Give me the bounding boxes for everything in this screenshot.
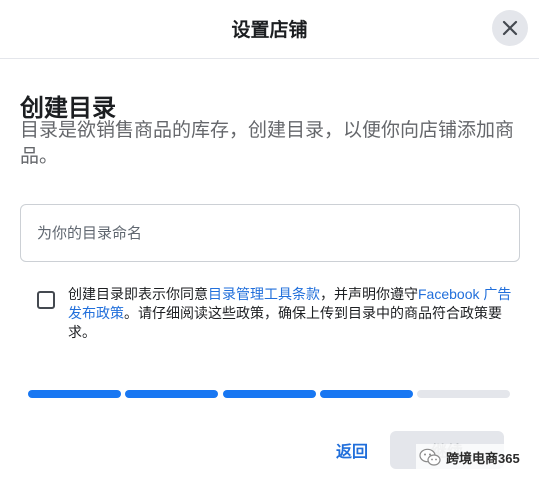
close-button[interactable] [492, 10, 528, 46]
wechat-icon [419, 448, 441, 466]
progress-step-3 [222, 390, 316, 398]
dialog-header: 设置店铺 [0, 0, 539, 59]
watermark: 跨境电商365 [416, 444, 523, 470]
catalog-name-input[interactable] [20, 204, 520, 262]
progress-step-4 [319, 390, 413, 398]
back-button[interactable]: 返回 [320, 431, 384, 469]
progress-step-2 [125, 390, 219, 398]
section-description: 目录是欲销售商品的库存，创建目录，以便你向店铺添加商品。 [20, 120, 515, 167]
progress-step-5 [417, 390, 510, 398]
step-progress [28, 390, 510, 398]
agreement-text-1: 创建目录即表示你同意 [68, 286, 208, 302]
agreement-text-3: 。请仔细阅读这些政策，确保上传到目录中的商品符合政策要求。 [68, 305, 502, 340]
watermark-text: 跨境电商365 [446, 450, 520, 466]
close-icon [502, 20, 518, 36]
agreement-text: 创建目录即表示你同意目录管理工具条款，并声明你遵守Facebook 广告发布政策… [68, 285, 513, 342]
agreement-text-2: ，并声明你遵守 [320, 286, 418, 302]
agree-checkbox[interactable] [37, 291, 55, 309]
dialog-title: 设置店铺 [231, 20, 308, 41]
progress-step-1 [28, 390, 121, 398]
catalog-terms-link[interactable]: 目录管理工具条款 [208, 286, 320, 302]
